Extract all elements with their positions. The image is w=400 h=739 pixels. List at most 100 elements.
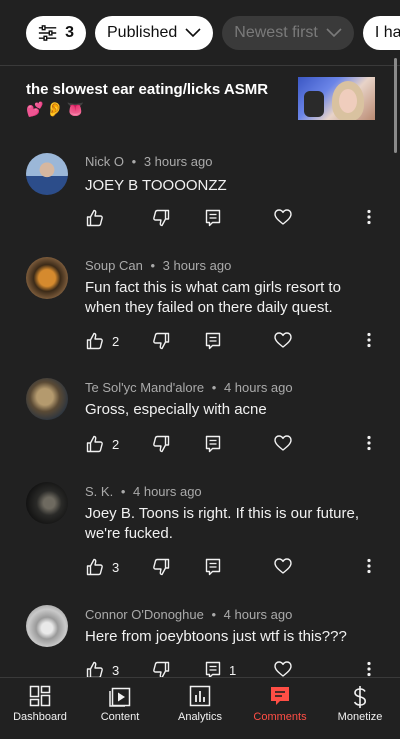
more-options-button[interactable] xyxy=(366,661,372,677)
nav-content[interactable]: Content xyxy=(80,678,160,739)
status-filter-label: Published xyxy=(107,23,178,41)
filter-count-chip[interactable]: 3 xyxy=(26,15,86,50)
more-options-button[interactable] xyxy=(366,332,372,348)
comment-actions: 2 xyxy=(86,435,386,457)
comments-icon xyxy=(269,685,291,712)
reply-icon xyxy=(205,209,221,227)
comment-meta: Te Sol'yc Mand'alore • 4 hours ago xyxy=(85,380,293,395)
heart-button[interactable] xyxy=(274,558,292,574)
comment-meta: Soup Can • 3 hours ago xyxy=(85,258,232,273)
dislike-button[interactable] xyxy=(152,209,170,227)
comment-text: Gross, especially with acne xyxy=(85,401,267,418)
thumbs-down-icon xyxy=(153,558,170,576)
reply-icon xyxy=(205,558,221,576)
comment-text: JOEY B TOOOONZZ xyxy=(85,177,227,194)
avatar[interactable] xyxy=(26,605,68,647)
heart-button[interactable] xyxy=(274,209,292,225)
reply-icon xyxy=(205,435,221,453)
dashboard-icon xyxy=(29,685,51,712)
comment-author[interactable]: S. K. xyxy=(85,484,113,499)
avatar[interactable] xyxy=(26,153,68,195)
avatar[interactable] xyxy=(26,257,68,299)
thumbs-up-icon xyxy=(86,209,103,227)
heart-icon xyxy=(274,558,292,574)
nav-label: Dashboard xyxy=(13,711,67,723)
dislike-button[interactable] xyxy=(152,435,170,453)
video-title-emojis: 💕👂👅 xyxy=(26,101,88,117)
like-button[interactable]: 2 xyxy=(86,435,119,453)
heart-button[interactable] xyxy=(274,661,292,677)
more-options-button[interactable] xyxy=(366,209,372,225)
bottom-nav: Dashboard Content Analytics Comments Mon… xyxy=(0,677,400,739)
thumbs-up-icon xyxy=(86,332,103,350)
reply-button[interactable] xyxy=(205,209,229,227)
filter-count: 3 xyxy=(65,23,74,41)
more-vert-icon xyxy=(367,661,371,677)
reply-icon xyxy=(205,332,221,350)
nav-analytics[interactable]: Analytics xyxy=(160,678,240,739)
filter-bar: 3 Published Newest first I ha xyxy=(0,0,400,66)
heart-icon xyxy=(274,435,292,451)
comment-meta: S. K. • 4 hours ago xyxy=(85,484,202,499)
comment-meta: Nick O • 3 hours ago xyxy=(85,154,213,169)
reply-button[interactable] xyxy=(205,558,229,576)
comment-actions: 3 xyxy=(86,558,386,580)
more-options-button[interactable] xyxy=(366,558,372,574)
heart-button[interactable] xyxy=(274,435,292,451)
content-icon xyxy=(109,685,131,712)
like-count: 2 xyxy=(112,436,120,452)
thumbs-up-icon xyxy=(86,435,103,453)
reply-button[interactable] xyxy=(205,435,229,453)
more-vert-icon xyxy=(367,435,371,451)
comment-text: Joey B. Toons is right. If this is our f… xyxy=(85,505,360,542)
like-button[interactable]: 2 xyxy=(86,332,119,350)
like-button[interactable] xyxy=(86,209,112,227)
like-count: 3 xyxy=(112,662,120,678)
reply-button[interactable] xyxy=(205,332,229,350)
comment-time: 3 hours ago xyxy=(143,154,213,169)
dislike-button[interactable] xyxy=(152,558,170,576)
thumbs-up-icon xyxy=(86,558,103,576)
sort-filter-label: Newest first xyxy=(234,23,318,41)
video-row[interactable]: the slowest ear eating/licks ASMR 💕👂👅 xyxy=(0,67,400,137)
dislike-button[interactable] xyxy=(152,332,170,350)
comment-author[interactable]: Connor O'Donoghue xyxy=(85,607,204,622)
nav-label: Analytics xyxy=(177,711,223,723)
comment-time: 4 hours ago xyxy=(223,380,293,395)
sort-filter-chip[interactable]: Newest first xyxy=(222,15,354,50)
comment-text: Here from joeybtoons just wtf is this??? xyxy=(85,628,347,645)
chevron-down-icon xyxy=(185,27,201,38)
like-button[interactable]: 3 xyxy=(86,558,119,576)
nav-dashboard[interactable]: Dashboard xyxy=(0,678,80,739)
nav-monetize[interactable]: Monetize xyxy=(320,678,400,739)
more-vert-icon xyxy=(367,332,371,348)
thumbs-down-icon xyxy=(153,435,170,453)
more-options-button[interactable] xyxy=(366,435,372,451)
comment-author[interactable]: Nick O xyxy=(85,154,124,169)
heart-icon xyxy=(274,661,292,677)
like-count: 3 xyxy=(112,559,120,575)
thumbs-down-icon xyxy=(153,332,170,350)
nav-label: Comments xyxy=(253,711,307,723)
comment-text: Fun fact this is what cam girls resort t… xyxy=(85,279,341,316)
video-title: the slowest ear eating/licks ASMR xyxy=(26,81,269,98)
like-count: 2 xyxy=(112,333,120,349)
monetize-icon xyxy=(349,685,371,714)
comment-meta: Connor O'Donoghue • 4 hours ago xyxy=(85,607,293,622)
nav-label: Monetize xyxy=(337,711,383,723)
comment-author[interactable]: Soup Can xyxy=(85,258,143,273)
comment-time: 3 hours ago xyxy=(162,258,232,273)
thumbs-down-icon xyxy=(153,209,170,227)
avatar[interactable] xyxy=(26,378,68,420)
comment-actions: 2 xyxy=(86,332,386,354)
status-filter-chip[interactable]: Published xyxy=(95,15,214,50)
partial-filter-chip[interactable]: I ha xyxy=(362,15,400,50)
more-vert-icon xyxy=(367,558,371,574)
scrollbar[interactable] xyxy=(394,58,397,153)
heart-button[interactable] xyxy=(274,332,292,348)
video-thumbnail[interactable] xyxy=(298,77,375,120)
chevron-down-icon xyxy=(326,27,342,38)
nav-comments[interactable]: Comments xyxy=(240,678,320,739)
avatar[interactable] xyxy=(26,482,68,524)
comment-author[interactable]: Te Sol'yc Mand'alore xyxy=(85,380,204,395)
